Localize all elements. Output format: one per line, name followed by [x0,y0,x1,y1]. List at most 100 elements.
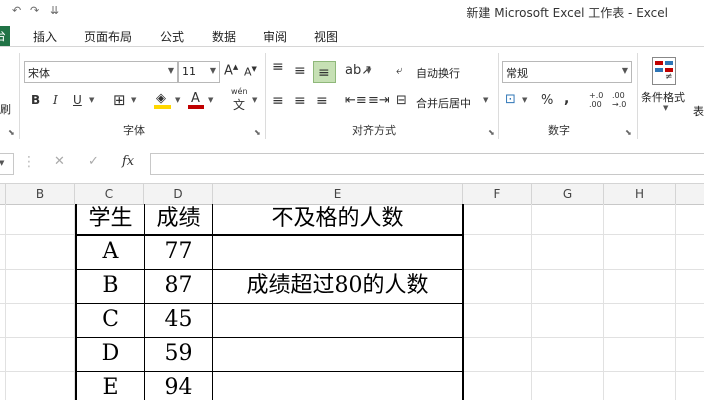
cell-e-label[interactable] [213,304,462,337]
number-format-select[interactable]: 常规 ▼ [502,61,632,83]
cancel-icon[interactable]: ✕ [54,154,65,169]
chevron-down-icon[interactable]: ▼ [89,96,94,104]
align-center-icon[interactable]: ≡ [294,93,306,109]
column-header-c[interactable]: C [75,184,144,204]
phonetic-label: wén [231,87,248,96]
format-as-table-label[interactable]: 表 [693,103,704,119]
cell-c-student[interactable]: A [77,236,144,269]
column-header-b[interactable]: B [6,184,75,204]
alignment-launcher-icon[interactable]: ⬊ [488,128,495,137]
chevron-down-icon[interactable]: ▼ [366,67,371,75]
accounting-format-icon[interactable]: ⊡ [505,92,516,107]
group-separator [19,53,20,139]
cell-c-student[interactable]: B [77,270,144,303]
cell-c-student[interactable]: E [77,372,144,405]
align-middle-icon[interactable]: ≡ [294,63,306,79]
align-bottom-button[interactable]: ≡ [313,61,336,83]
conditional-format-button[interactable]: ≠ 条件格式 ▼ [641,55,695,119]
chevron-down-icon[interactable]: ▼ [208,96,213,104]
percent-button[interactable]: % [541,93,553,108]
paint-bucket-icon: ◈ [156,91,166,106]
alignment-group-label: 对齐方式 [352,124,396,137]
cell-e-label[interactable] [213,236,462,269]
cell-e-label[interactable] [213,338,462,371]
clipboard-launcher-icon[interactable]: ⬊ [8,128,15,137]
grow-font-button[interactable]: A▲ [224,63,238,78]
column-header-g[interactable]: G [532,184,604,204]
font-launcher-icon[interactable]: ⬊ [254,128,261,137]
decrease-indent-icon[interactable]: ⇤≡ [345,93,367,108]
formula-input[interactable] [150,153,704,175]
cell-e-label[interactable] [213,372,462,400]
cell-d-score[interactable]: 59 [145,338,212,371]
tab-home[interactable]: 台 [0,26,10,46]
chevron-down-icon[interactable]: ▼ [210,66,216,75]
tab-page-layout[interactable]: 页面布局 [84,28,132,45]
chevron-down-icon[interactable]: ▼ [622,66,628,75]
italic-button[interactable]: I [53,93,58,107]
align-left-icon[interactable]: ≡ [272,93,284,109]
font-size-select[interactable]: 11 ▼ [178,61,220,83]
redo-icon[interactable]: ↷ [30,4,39,17]
column-header-h[interactable]: H [604,184,676,204]
merge-icon: ⊟ [396,93,407,108]
chevron-down-icon[interactable]: ▼ [252,96,257,104]
group-separator [498,53,499,139]
tab-data[interactable]: 数据 [212,28,236,45]
phonetic-char: 文 [233,98,246,112]
bold-button[interactable]: B [31,93,40,107]
fill-color-button[interactable]: ◈ [153,91,173,109]
ribbon: 刷 ⬊ 宋体 ▼ 11 ▼ A▲ A▼ B I U ▼ ⊞ ▼ ◈ ▼ A ▼ … [0,46,704,144]
underline-button[interactable]: U [73,93,82,107]
column-header-i[interactable] [676,184,704,204]
font-name-select[interactable]: 宋体 ▼ [24,61,178,83]
number-launcher-icon[interactable]: ⬊ [625,128,632,137]
phonetic-button[interactable]: wén 文 [229,87,251,112]
shrink-font-button[interactable]: A▼ [244,65,257,79]
cell-d-score[interactable]: 94 [145,372,212,405]
format-painter-label[interactable]: 刷 [0,101,11,117]
enter-icon[interactable]: ✓ [88,154,99,169]
chevron-down-icon[interactable]: ▼ [663,104,668,112]
insert-function-icon[interactable]: fx [122,154,134,169]
cell-d-score[interactable]: 87 [145,270,212,303]
cell-c-student[interactable]: C [77,304,144,337]
decrease-decimal-button[interactable]: .00 →.0 [612,91,630,109]
align-right-icon[interactable]: ≡ [316,93,328,109]
number-group-label: 数字 [548,124,570,137]
comma-button[interactable]: , [564,91,569,107]
align-top-icon[interactable]: ≡ [272,59,284,75]
tab-view[interactable]: 视图 [314,28,338,45]
column-header-f[interactable]: F [463,184,532,204]
cell-e-label[interactable]: 不及格的人数 [213,204,462,234]
conditional-format-icon: ≠ [652,57,676,85]
cell-e-label[interactable]: 成绩超过80的人数 [213,270,462,303]
tab-formulas[interactable]: 公式 [160,28,184,45]
cell-d-score[interactable]: 45 [145,304,212,337]
window-title: 新建 Microsoft Excel 工作表 - Excel [466,6,668,20]
cell-d-score[interactable]: 77 [145,236,212,269]
chevron-down-icon[interactable]: ▼ [175,96,180,104]
font-color-button[interactable]: A [187,91,205,109]
chevron-down-icon[interactable]: ▼ [522,96,527,104]
merge-center-button[interactable]: ⊟ 合并后居中 ▼ [396,93,492,111]
tab-review[interactable]: 审阅 [263,28,287,45]
cell-c-student[interactable]: D [77,338,144,371]
borders-icon[interactable]: ⊞ [113,91,126,109]
name-box[interactable]: ▼ [0,153,14,175]
chevron-down-icon[interactable]: ▼ [168,66,174,75]
cell-d-score-header[interactable]: 成绩 [145,204,212,234]
customize-qat-icon[interactable]: ⇊ [50,4,59,17]
column-header-e[interactable]: E [213,184,463,204]
increase-indent-icon[interactable]: ≡⇥ [368,93,390,108]
chevron-down-icon[interactable]: ▼ [0,159,4,167]
cell-c-student-header[interactable]: 学生 [77,204,144,234]
chevron-down-icon[interactable]: ▼ [131,96,136,104]
tab-insert[interactable]: 插入 [33,28,57,45]
sheet-grid[interactable]: 学生 成绩 不及格的人数 A 77 B 87 成绩超过80的人数 C 45 D … [0,204,704,400]
column-header-d[interactable]: D [144,184,213,204]
chevron-down-icon[interactable]: ▼ [483,96,488,104]
wrap-text-button[interactable]: ⤶ 自动换行 [396,63,470,81]
increase-decimal-button[interactable]: +.0 .00 [589,91,607,109]
undo-icon[interactable]: ↶ [12,4,21,17]
